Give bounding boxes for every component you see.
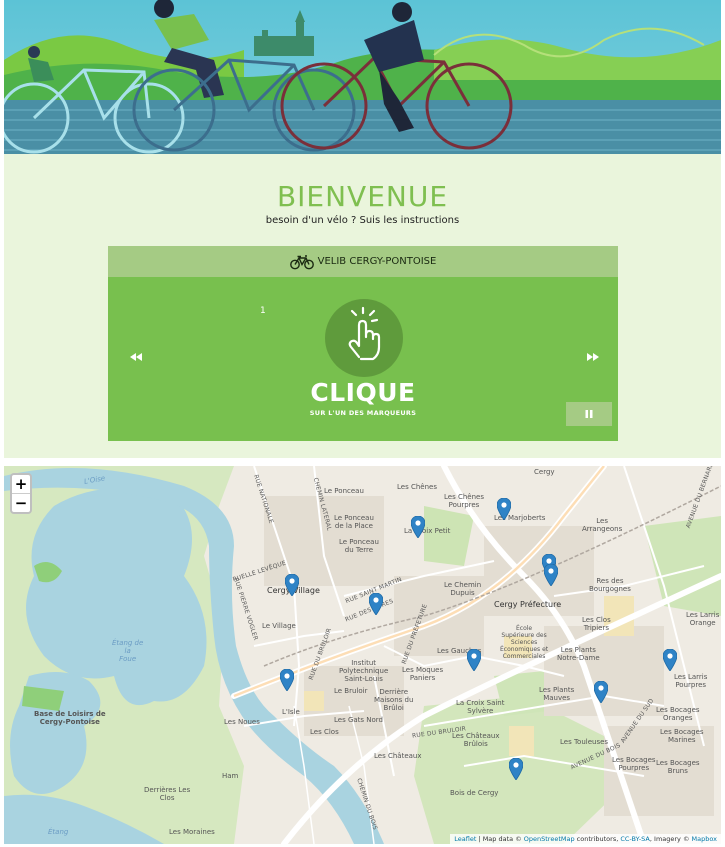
map-pin-icon: [280, 669, 294, 691]
map-zoom-control: + −: [10, 473, 32, 514]
map-label: Les Bocages Marines: [660, 728, 704, 745]
slider-header-label: VELIB CERGY-PONTOISE: [317, 256, 437, 267]
map-label: Les Arrangeons: [582, 517, 623, 534]
station-marker[interactable]: [285, 574, 299, 596]
map-pin-icon: [509, 758, 523, 780]
station-marker[interactable]: [594, 681, 608, 703]
tap-hand-badge: [325, 299, 403, 377]
bicycle-icon: [289, 254, 314, 270]
attribution-text: contributors,: [574, 835, 621, 843]
attribution-text: | Map data ©: [476, 835, 524, 843]
openstreetmap-link[interactable]: OpenStreetMap: [524, 835, 575, 843]
station-marker[interactable]: [497, 498, 511, 520]
map-pin-icon: [369, 593, 383, 615]
pause-slider-button[interactable]: [566, 402, 612, 426]
map-label: Le Bruloir: [334, 687, 368, 695]
map-label: Derrières Les Clos: [144, 786, 191, 803]
map-label: Le Ponceau du Terre: [339, 538, 379, 555]
rewind-icon: [130, 353, 142, 361]
attribution-text: , Imagery ©: [649, 835, 692, 843]
tap-hand-icon: [348, 306, 381, 361]
map-label: Les Chênes Pourpres: [444, 493, 484, 510]
map-label: Bois de Cergy: [450, 789, 499, 797]
station-marker[interactable]: [411, 516, 425, 538]
map-attribution: Leaflet | Map data © OpenStreetMap contr…: [450, 834, 721, 844]
map-label: L'Isle: [282, 708, 300, 716]
map-label: Institut Polytechnique Saint-Louis: [339, 659, 389, 684]
map-label: Les Châteaux Brûlois: [452, 732, 500, 749]
welcome-panel: BIENVENUE besoin d'un vélo ? Suis les in…: [4, 154, 721, 458]
map-pin-icon: [663, 649, 677, 671]
map-label: Le Village: [262, 622, 296, 630]
map-label: Les Gats Nord: [334, 716, 384, 724]
map-label: Res des Bourgognes: [589, 577, 631, 594]
map-label: Les Plants Mauves: [539, 686, 575, 703]
zoom-out-button[interactable]: −: [12, 494, 30, 513]
welcome-title: BIENVENUE: [276, 180, 449, 213]
map-label: Les Moraines: [169, 828, 215, 836]
station-map[interactable]: Cergy Le Ponceau Les Chênes Les Chênes P…: [4, 466, 721, 844]
station-marker[interactable]: [467, 649, 481, 671]
map-label: Les Moques Paniers: [402, 666, 444, 683]
station-marker[interactable]: [544, 564, 558, 586]
pause-icon: [585, 410, 593, 418]
map-label: Derrière Maisons du Brûloi: [374, 688, 414, 713]
clique-subline: SUR L'UN DES MARQUEURS: [309, 409, 417, 417]
map-label: Étang: [48, 828, 69, 836]
map-label: Les Clos: [310, 728, 339, 736]
map-label: Les Plants Notre-Dame: [557, 646, 600, 663]
map-pin-icon: [467, 649, 481, 671]
page: BIENVENUE besoin d'un vélo ? Suis les in…: [0, 0, 725, 847]
map-label: Les Touleuses: [560, 738, 609, 746]
slider-header: VELIB CERGY-PONTOISE: [108, 246, 618, 277]
map-label: Les Larris Pourpres: [674, 673, 708, 690]
map-label: Le Ponceau de la Place: [334, 514, 374, 531]
map-label: Ham: [222, 772, 239, 780]
map-label: Les Clos Tripiers: [582, 616, 611, 633]
map-label: Les Bocages Pourpres: [612, 756, 656, 773]
map-pin-icon: [544, 564, 558, 586]
station-marker[interactable]: [663, 649, 677, 671]
map-label: Les Larris Orange: [686, 611, 720, 628]
fast-forward-icon: [587, 353, 599, 361]
leaflet-link[interactable]: Leaflet: [454, 835, 476, 843]
map-label: École Supérieure des Sciences Économique…: [500, 625, 549, 660]
map-label: Les Bocages Bruns: [656, 759, 700, 776]
license-link[interactable]: CC-BY-SA: [620, 835, 650, 843]
map-pin-icon: [594, 681, 608, 703]
map-pin-icon: [285, 574, 299, 596]
map-label: Base de Loisirs de Cergy-Pontoise: [34, 710, 106, 727]
map-pin-icon: [411, 516, 425, 538]
station-marker[interactable]: [369, 593, 383, 615]
station-marker[interactable]: [509, 758, 523, 780]
mapbox-link[interactable]: Mapbox: [692, 835, 717, 843]
map-label: La Croix Saint Sylvère: [456, 699, 505, 716]
map-label: Le Ponceau: [324, 487, 364, 495]
welcome-subtitle: besoin d'un vélo ? Suis les instructions: [265, 215, 460, 226]
map-label: Cergy Préfecture: [494, 600, 562, 609]
previous-slide-button[interactable]: [128, 350, 144, 362]
map-label: Les Noues: [224, 718, 260, 726]
zoom-in-button[interactable]: +: [12, 475, 30, 494]
map-label: Les Chênes: [397, 483, 437, 491]
map-label: Les Châteaux: [374, 752, 422, 760]
map-label: Cergy: [534, 468, 555, 476]
header-banner-illustration: [4, 0, 721, 154]
slide-number: 1: [260, 306, 266, 316]
map-label: Étang de la Foue: [112, 639, 144, 664]
map-label: Le Chemin Dupuis: [444, 581, 482, 598]
clique-headline: CLIQUE: [310, 378, 416, 407]
instruction-slider: VELIB CERGY-PONTOISE 1 CLIQUE SUR L'UN D…: [108, 246, 618, 441]
station-marker[interactable]: [280, 669, 294, 691]
next-slide-button[interactable]: [585, 350, 601, 362]
map-label: Les Bocages Oranges: [656, 706, 700, 723]
map-pin-icon: [497, 498, 511, 520]
